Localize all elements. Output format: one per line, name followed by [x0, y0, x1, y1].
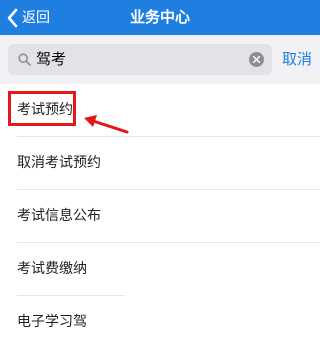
search-input[interactable]: 驾考	[8, 44, 272, 75]
list-item-label: 考试费缴纳	[17, 261, 87, 277]
list-item-label: 取消考试预约	[17, 155, 101, 171]
clear-x-icon	[253, 56, 260, 63]
list-item-exam-info[interactable]: 考试信息公布	[0, 190, 320, 243]
page-title: 业务中心	[129, 8, 190, 26]
cancel-button[interactable]: 取消	[282, 49, 312, 69]
search-bar: 驾考 取消	[0, 35, 320, 84]
navbar: 返回 业务中心	[0, 0, 320, 35]
clear-icon[interactable]	[249, 52, 264, 67]
arrow-left-icon	[84, 115, 129, 134]
search-icon	[18, 53, 31, 66]
bottom-fade	[0, 332, 320, 352]
list-item-label: 考试信息公布	[17, 208, 101, 224]
list-item-cancel-booking[interactable]: 取消考试预约	[0, 137, 320, 190]
search-value: 驾考	[36, 50, 67, 68]
list-item-label: 电子学习驾	[17, 314, 87, 330]
list-item-exam-fee[interactable]: 考试费缴纳	[0, 243, 320, 296]
highlight-box	[8, 91, 76, 126]
